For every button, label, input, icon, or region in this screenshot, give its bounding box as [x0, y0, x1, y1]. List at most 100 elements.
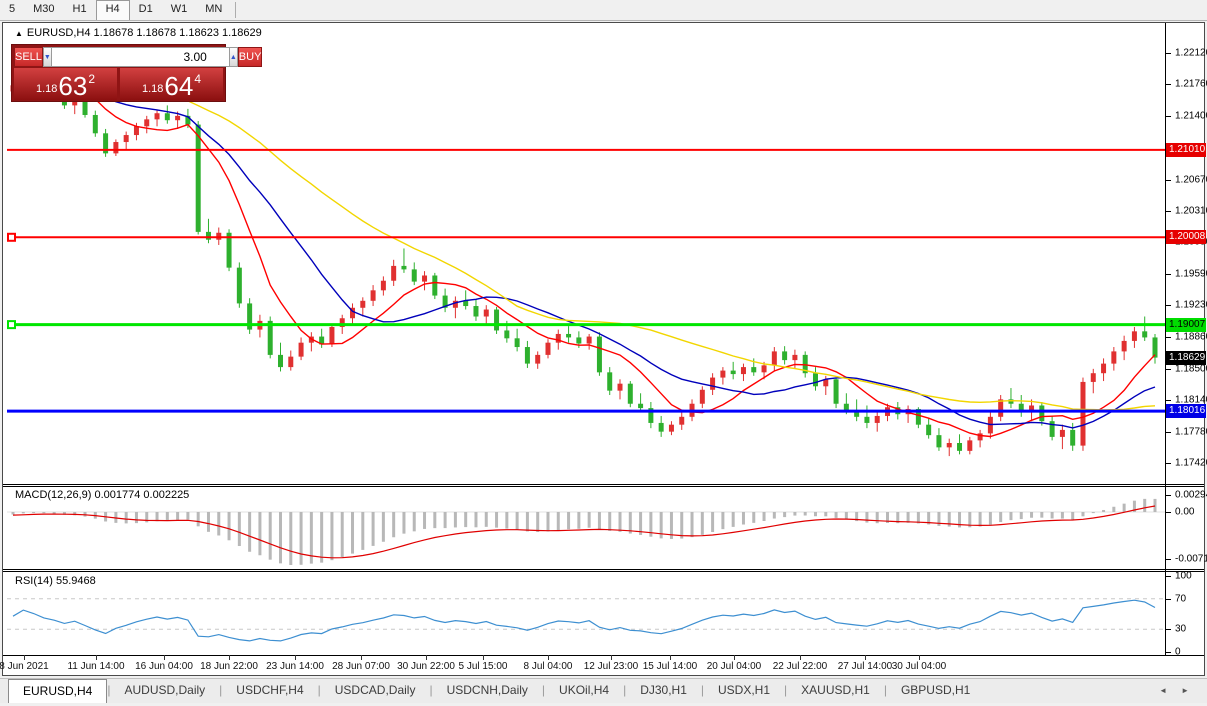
- time-axis-label-4: 23 Jun 14:00: [266, 661, 324, 672]
- ma-slow-line: [13, 84, 1155, 410]
- chart-tab-usdcad-daily[interactable]: USDCAD,Daily: [321, 679, 430, 703]
- chart-tab-usdchf-h4[interactable]: USDCHF,H4: [222, 679, 317, 703]
- time-axis-tick: [229, 655, 230, 660]
- rsi-tick-dash: [1166, 599, 1171, 600]
- chart-tab-xauusd-h1[interactable]: XAUUSD,H1: [787, 679, 884, 703]
- price-tick-dash: [1166, 369, 1171, 370]
- ma-fast-line: [13, 86, 1155, 436]
- price-tick-dash: [1166, 274, 1171, 275]
- timeframe-m5-button[interactable]: 5: [0, 0, 24, 20]
- price-tick-label: 1.22120: [1175, 48, 1207, 59]
- time-axis-tick: [96, 655, 97, 660]
- volume-decrease-icon[interactable]: ▼: [43, 47, 52, 67]
- mt4-terminal: 5 M30 H1 H4 D1 W1 MN ▲ EURUSD,H4 1.18678 …: [0, 0, 1207, 706]
- chart-tab-audusd-daily[interactable]: AUDUSD,Daily: [110, 679, 219, 703]
- price-tick-label: 1.19230: [1175, 300, 1207, 311]
- chart-tab-eurusd-h4[interactable]: EURUSD,H4: [8, 679, 107, 703]
- tab-scroll-right-icon[interactable]: ►: [1181, 686, 1189, 695]
- macd-axis-label: 0.00: [1175, 507, 1194, 518]
- macd-tick-dash: [1166, 495, 1171, 496]
- price-badge-1.19007: 1.19007: [1166, 318, 1206, 332]
- price-tick-label: 1.17420: [1175, 458, 1207, 469]
- time-axis-tick: [361, 655, 362, 660]
- sell-price-box[interactable]: 1.18632: [14, 68, 117, 100]
- timeframe-h4-button[interactable]: H4: [96, 0, 130, 20]
- time-axis-tick: [295, 655, 296, 660]
- rsi-indicator-label: RSI(14) 55.9468: [15, 575, 96, 587]
- price-tick-label: 1.21400: [1175, 110, 1207, 121]
- symbol-header: ▲ EURUSD,H4 1.18678 1.18678 1.18623 1.186…: [15, 27, 262, 39]
- ma-mid-line: [13, 85, 1155, 428]
- volume-input[interactable]: [52, 47, 229, 67]
- buy-price-prefix: 1.18: [142, 83, 163, 95]
- price-tick-dash: [1166, 463, 1171, 464]
- time-axis-label-3: 18 Jun 22:00: [200, 661, 258, 672]
- time-axis-tick: [426, 655, 427, 660]
- buy-price-pipette: 4: [194, 72, 201, 86]
- timeframe-d1-button[interactable]: D1: [130, 0, 162, 20]
- macd-axis-label: 0.002947: [1175, 490, 1207, 501]
- timeframe-m30-button[interactable]: M30: [24, 0, 63, 20]
- chart-tab-usdx-h1[interactable]: USDX,H1: [704, 679, 784, 703]
- price-tick-dash: [1166, 337, 1171, 338]
- macd-tick-dash: [1166, 512, 1171, 513]
- macd-histogram: [12, 499, 1157, 565]
- sell-button[interactable]: SELL: [14, 47, 43, 67]
- price-tick-dash: [1166, 400, 1171, 401]
- price-badge-1.18016: 1.18016: [1166, 404, 1206, 418]
- pivot-line-handle[interactable]: [8, 321, 15, 328]
- rsi-tick-dash: [1166, 629, 1171, 630]
- macd-indicator-label: MACD(12,26,9) 0.001774 0.002225: [15, 489, 189, 501]
- time-axis-label-11: 20 Jul 04:00: [707, 661, 762, 672]
- rsi-tick-dash: [1166, 576, 1171, 577]
- time-axis-tick: [734, 655, 735, 660]
- volume-increase-icon[interactable]: ▲: [229, 47, 238, 67]
- one-click-trade-panel: SELL ▼ ▲ BUY 1.18632 1.18644: [11, 44, 226, 102]
- chart-tab-gbpusd-h1[interactable]: GBPUSD,H1: [887, 679, 984, 703]
- price-tick-label: 1.20310: [1175, 205, 1207, 216]
- price-tick-dash: [1166, 116, 1171, 117]
- sell-price-pipette: 2: [88, 72, 95, 86]
- time-axis-label-5: 28 Jun 07:00: [332, 661, 390, 672]
- time-axis-tick: [164, 655, 165, 660]
- time-axis-label-10: 15 Jul 14:00: [643, 661, 698, 672]
- resistance-line-2-handle[interactable]: [8, 234, 15, 241]
- price-badge-1.18629: 1.18629: [1166, 351, 1206, 365]
- buy-price-big: 64: [164, 74, 193, 98]
- time-axis-tick: [548, 655, 549, 660]
- rsi-axis-label: 0: [1175, 647, 1181, 658]
- timeframe-mn-button[interactable]: MN: [196, 0, 231, 20]
- rsi-axis-label: 70: [1175, 593, 1186, 604]
- buy-button[interactable]: BUY: [238, 47, 263, 67]
- price-tick-dash: [1166, 84, 1171, 85]
- time-axis-tick: [800, 655, 801, 660]
- collapse-panel-icon[interactable]: ▲: [15, 29, 23, 38]
- tab-scroll-left-icon[interactable]: ◄: [1159, 686, 1167, 695]
- chart-tab-ukoil-h4[interactable]: UKOil,H4: [545, 679, 623, 703]
- timeframe-w1-button[interactable]: W1: [162, 0, 197, 20]
- price-tick-label: 1.18860: [1175, 332, 1207, 343]
- chart-tab-usdcnh-daily[interactable]: USDCNH,Daily: [433, 679, 542, 703]
- time-axis-label-1: 11 Jun 14:00: [67, 661, 124, 672]
- buy-price-box[interactable]: 1.18644: [120, 68, 223, 100]
- symbol-ohlc-text: EURUSD,H4 1.18678 1.18678 1.18623 1.1862…: [27, 27, 262, 39]
- price-chart-canvas[interactable]: [3, 23, 1206, 677]
- time-axis-tick: [670, 655, 671, 660]
- timeframe-h1-button[interactable]: H1: [64, 0, 96, 20]
- time-axis-tick: [24, 655, 25, 660]
- time-axis-label-0: 8 Jun 2021: [0, 661, 49, 672]
- macd-signal-line: [13, 506, 1155, 558]
- rsi-tick-dash: [1166, 652, 1171, 653]
- price-tick-dash: [1166, 432, 1171, 433]
- time-axis-label-8: 8 Jul 04:00: [524, 661, 573, 672]
- chart-tab-dj30-h1[interactable]: DJ30,H1: [626, 679, 701, 703]
- price-tick-dash: [1166, 180, 1171, 181]
- time-axis-label-7: 5 Jul 15:00: [459, 661, 508, 672]
- time-axis-label-14: 30 Jul 04:00: [892, 661, 947, 672]
- rsi-line: [13, 600, 1155, 641]
- rsi-axis-label: 30: [1175, 624, 1186, 635]
- price-tick-dash: [1166, 305, 1171, 306]
- timeframe-toolbar: 5 M30 H1 H4 D1 W1 MN: [0, 0, 1207, 21]
- price-tick-label: 1.17780: [1175, 426, 1207, 437]
- price-badge-1.20008: 1.20008: [1166, 230, 1206, 244]
